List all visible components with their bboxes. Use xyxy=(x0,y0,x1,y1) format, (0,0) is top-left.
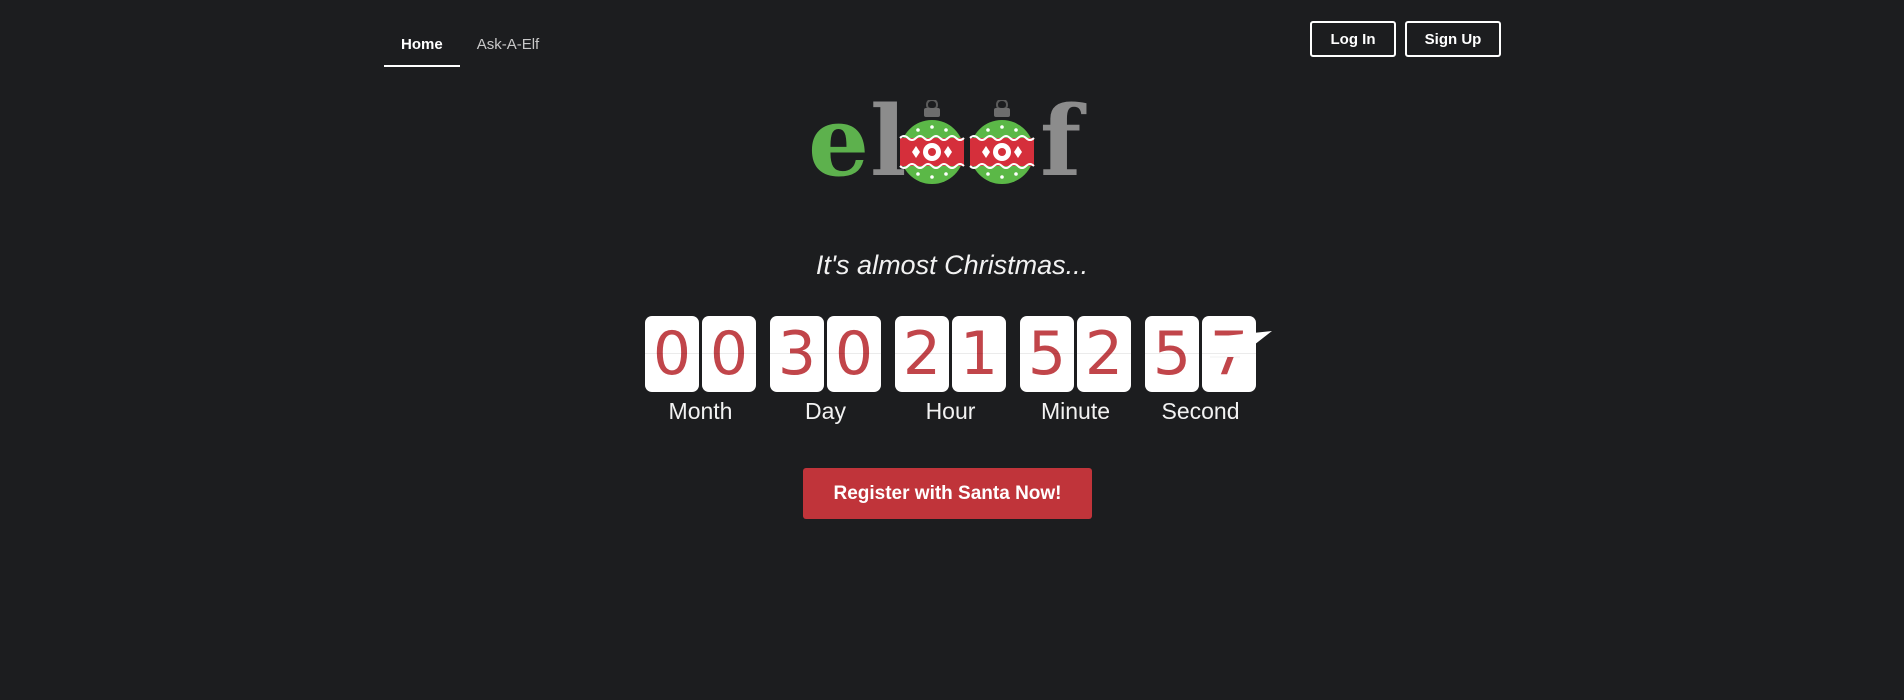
countdown-digit: 2 xyxy=(1077,316,1131,392)
countdown-minute: 5 2 Minute xyxy=(1019,316,1132,425)
countdown-digit: 5 xyxy=(1020,316,1074,392)
countdown-digit: 0 xyxy=(702,316,756,392)
page: Home Ask-A-Elf Log In Sign Up e l f It's… xyxy=(0,0,1904,700)
countdown-digit: 2 xyxy=(895,316,949,392)
countdown-digit: 7 xyxy=(1202,316,1272,392)
flip-flap-icon xyxy=(1210,331,1272,358)
christmas-ornament-icon xyxy=(969,100,1035,184)
countdown-label: Second xyxy=(1161,398,1240,424)
tab-home[interactable]: Home xyxy=(384,26,460,67)
signup-button[interactable]: Sign Up xyxy=(1405,21,1501,57)
register-with-santa-button[interactable]: Register with Santa Now! xyxy=(803,468,1092,519)
countdown-day: 3 0 Day xyxy=(769,316,882,425)
digit-group: 2 1 xyxy=(895,316,1006,392)
countdown-label: Day xyxy=(805,398,846,424)
digit-group: 3 0 xyxy=(770,316,881,392)
eloof-logo[interactable]: e l f xyxy=(808,94,1096,196)
logo-letter-e: e xyxy=(808,85,870,198)
countdown-digit: 3 xyxy=(770,316,824,392)
countdown-month: 0 0 Month xyxy=(644,316,757,425)
digit-group: 5 2 xyxy=(1020,316,1131,392)
countdown-digit: 1 xyxy=(952,316,1006,392)
tab-ask-a-elf[interactable]: Ask-A-Elf xyxy=(460,26,557,67)
countdown-digit: 5 xyxy=(1145,316,1199,392)
countdown-timer: 0 0 Month 3 0 Day 2 1 Hour 5 2 Minute 5 … xyxy=(644,316,1272,425)
login-button[interactable]: Log In xyxy=(1310,21,1396,57)
countdown-digit: 0 xyxy=(827,316,881,392)
countdown-label: Hour xyxy=(925,398,976,424)
nav-tabs: Home Ask-A-Elf xyxy=(384,26,556,67)
digit-group: 5 7 xyxy=(1145,316,1272,392)
digit-group: 0 0 xyxy=(645,316,756,392)
countdown-digit: 0 xyxy=(645,316,699,392)
countdown-label: Minute xyxy=(1040,398,1111,424)
countdown-second: 5 7 Second xyxy=(1144,316,1272,425)
logo-letter-f: f xyxy=(1040,85,1082,198)
christmas-ornament-icon xyxy=(899,100,965,184)
countdown-hour: 2 1 Hour xyxy=(894,316,1007,425)
tagline: It's almost Christmas... xyxy=(815,250,1089,280)
auth-buttons: Log In Sign Up xyxy=(1310,21,1501,57)
countdown-label: Month xyxy=(668,398,733,424)
